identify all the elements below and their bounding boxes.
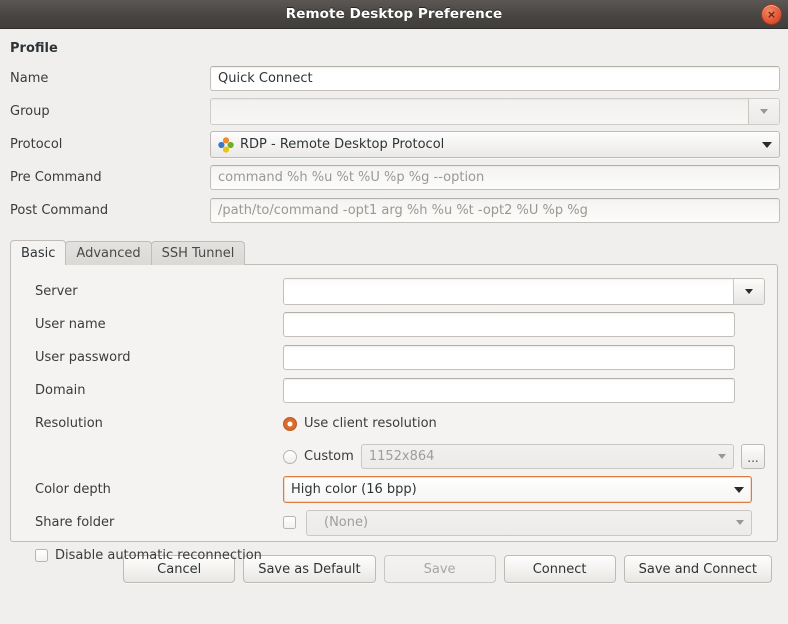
close-icon[interactable]: × <box>761 4 782 25</box>
basic-tab-panel: Server User name User password <box>10 264 778 542</box>
server-combo[interactable] <box>283 278 765 305</box>
custom-resolution-combo[interactable]: 1152x864 <box>361 444 734 469</box>
dialog-body: Profile Name Quick Connect Group Protoco… <box>0 29 788 583</box>
server-input[interactable] <box>284 279 733 304</box>
row-user-name: User name <box>23 308 765 341</box>
color-depth-value: High color (16 bpp) <box>291 482 734 497</box>
pre-command-input[interactable]: command %h %u %t %U %p %g --option <box>210 165 780 190</box>
resolution-label: Resolution <box>23 416 283 431</box>
user-name-input[interactable] <box>283 312 735 337</box>
color-depth-label: Color depth <box>23 482 283 497</box>
window-title: Remote Desktop Preference <box>286 6 503 22</box>
protocol-label: Protocol <box>8 137 210 152</box>
chevron-down-icon <box>762 142 772 148</box>
row-disable-reconnect: Disable automatic reconnection <box>23 539 765 572</box>
row-user-password: User password <box>23 341 765 374</box>
pre-command-label: Pre Command <box>8 170 210 185</box>
use-client-resolution-label: Use client resolution <box>304 416 437 431</box>
row-protocol: Protocol RDP - Remote Desktop Protocol <box>8 128 780 161</box>
group-combo-toggle[interactable] <box>748 99 779 124</box>
protocol-combo[interactable]: RDP - Remote Desktop Protocol <box>210 131 780 158</box>
share-folder-value: (None) <box>314 515 736 530</box>
group-combo[interactable] <box>210 98 780 125</box>
tab-basic[interactable]: Basic <box>10 240 66 265</box>
protocol-value: RDP - Remote Desktop Protocol <box>240 137 444 152</box>
group-label: Group <box>8 104 210 119</box>
row-pre-command: Pre Command command %h %u %t %U %p %g --… <box>8 161 780 194</box>
share-folder-label: Share folder <box>23 515 283 530</box>
disable-reconnect-option[interactable]: Disable automatic reconnection <box>23 548 262 563</box>
use-client-resolution-option[interactable]: Use client resolution <box>283 416 437 431</box>
server-label: Server <box>23 284 283 299</box>
resolution-browse-button[interactable]: ... <box>741 444 765 469</box>
tab-ssh-tunnel[interactable]: SSH Tunnel <box>151 241 246 265</box>
name-input[interactable]: Quick Connect <box>210 66 780 91</box>
disable-reconnect-label: Disable automatic reconnection <box>55 548 262 563</box>
row-resolution: Resolution Use client resolution <box>23 407 765 440</box>
window-titlebar: Remote Desktop Preference × <box>0 0 788 29</box>
custom-resolution-label: Custom <box>304 449 354 464</box>
user-password-label: User password <box>23 350 283 365</box>
group-combo-value[interactable] <box>211 99 748 124</box>
domain-input[interactable] <box>283 378 735 403</box>
chevron-down-icon <box>736 520 744 525</box>
disable-reconnect-checkbox[interactable] <box>35 549 48 562</box>
post-command-input[interactable]: /path/to/command -opt1 arg %h %u %t -opt… <box>210 198 780 223</box>
tab-bar: Basic Advanced SSH Tunnel <box>10 241 780 265</box>
chevron-down-icon <box>718 454 726 459</box>
row-name: Name Quick Connect <box>8 62 780 95</box>
share-folder-checkbox[interactable] <box>283 516 296 529</box>
user-password-input[interactable] <box>283 345 735 370</box>
name-label: Name <box>8 71 210 86</box>
user-name-label: User name <box>23 317 283 332</box>
row-post-command: Post Command /path/to/command -opt1 arg … <box>8 194 780 227</box>
profile-section-title: Profile <box>10 41 780 56</box>
row-group: Group <box>8 95 780 128</box>
custom-resolution-option[interactable]: Custom 1152x864 ... <box>283 444 765 469</box>
row-domain: Domain <box>23 374 765 407</box>
chevron-down-icon <box>745 289 753 294</box>
close-glyph: × <box>767 9 776 20</box>
row-share-folder: Share folder (None) <box>23 506 765 539</box>
radio-use-client-resolution[interactable] <box>283 417 297 431</box>
row-server: Server <box>23 275 765 308</box>
share-folder-combo[interactable]: (None) <box>306 510 752 536</box>
chevron-down-icon <box>734 487 744 493</box>
color-depth-combo[interactable]: High color (16 bpp) <box>283 476 752 503</box>
radio-custom-resolution[interactable] <box>283 450 297 464</box>
row-color-depth: Color depth High color (16 bpp) <box>23 473 765 506</box>
rdp-protocol-icon <box>218 137 234 153</box>
domain-label: Domain <box>23 383 283 398</box>
chevron-down-icon <box>760 109 768 114</box>
row-resolution-custom: Custom 1152x864 ... <box>23 440 765 473</box>
server-combo-toggle[interactable] <box>733 279 764 304</box>
post-command-label: Post Command <box>8 203 210 218</box>
tab-advanced[interactable]: Advanced <box>65 241 151 265</box>
custom-resolution-value: 1152x864 <box>369 449 718 464</box>
